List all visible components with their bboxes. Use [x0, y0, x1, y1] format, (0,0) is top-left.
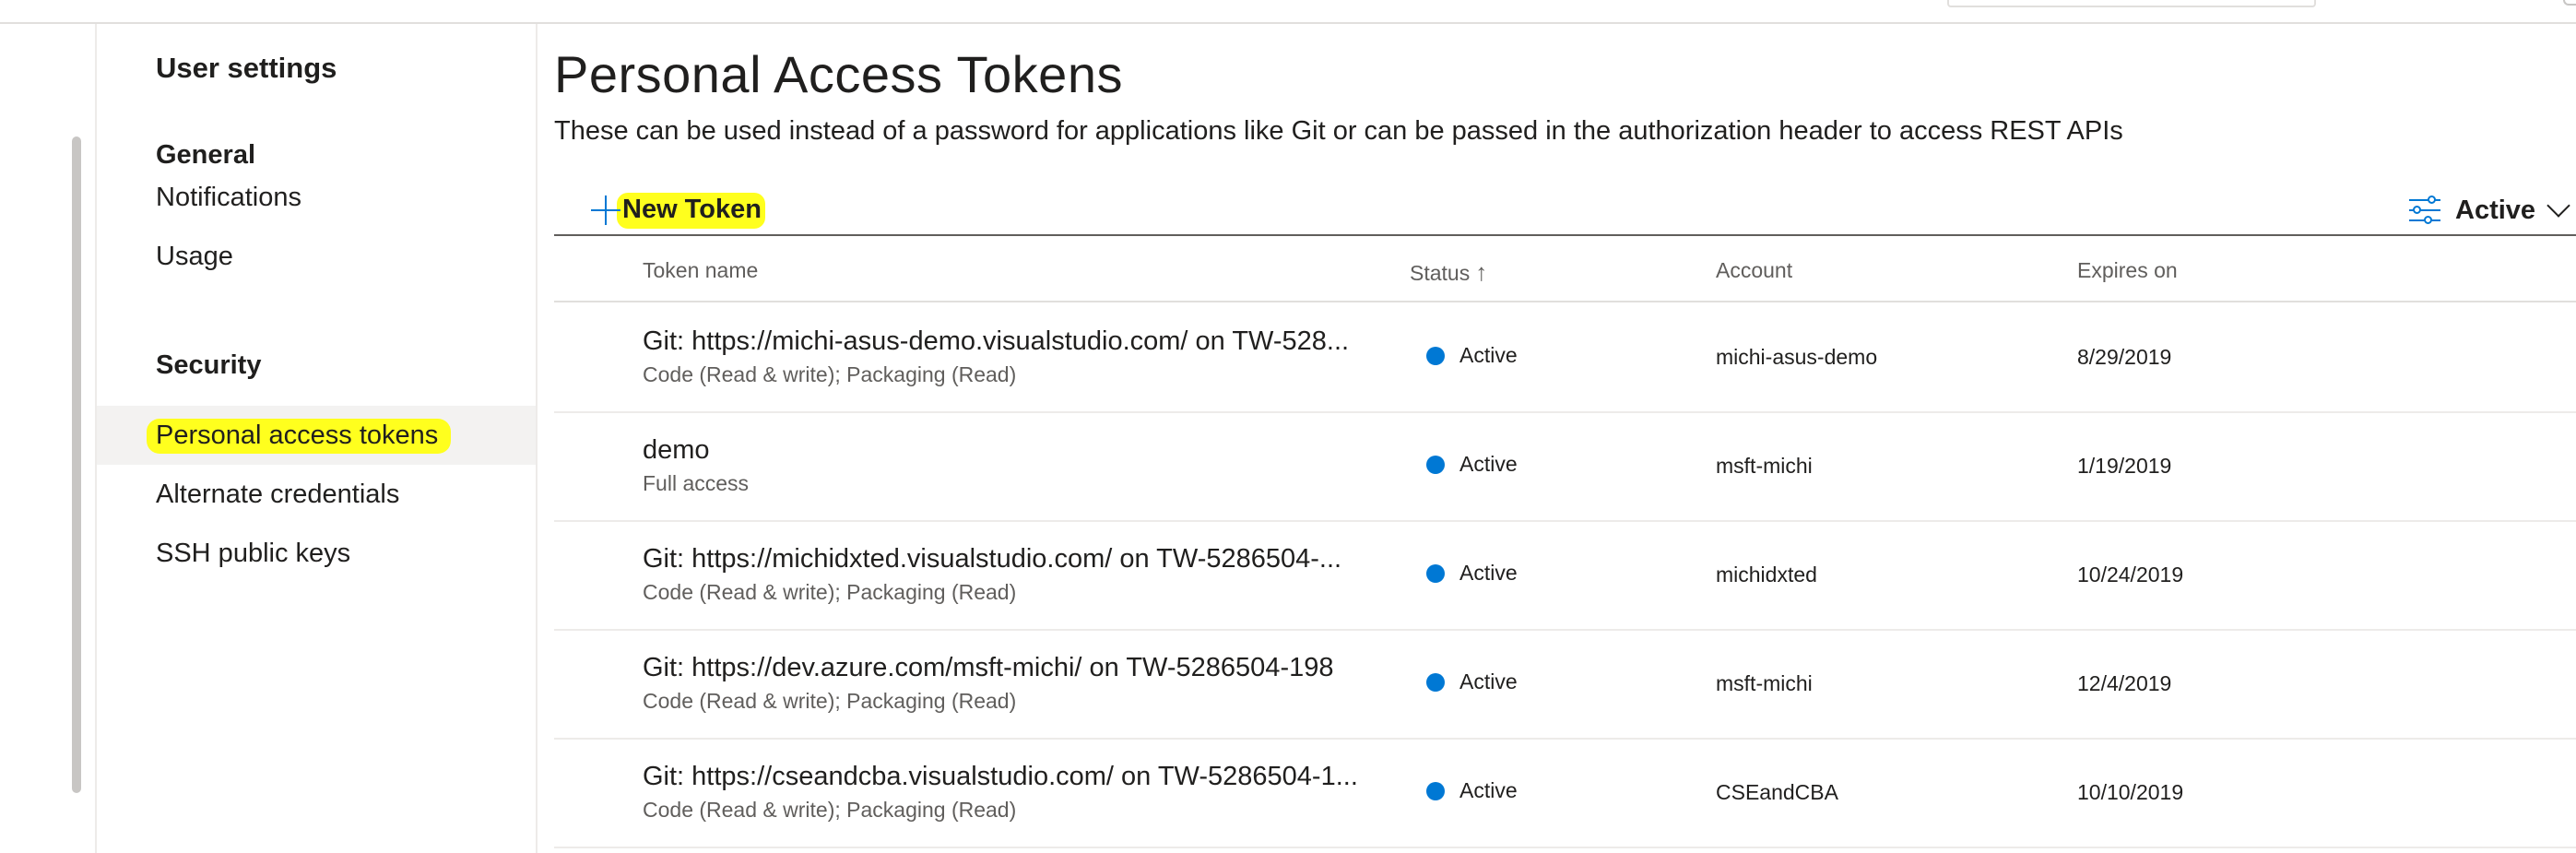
chevron-down-icon [2546, 194, 2570, 218]
token-scope: Code (Read & write); Packaging (Read) [643, 798, 1017, 822]
sidebar-item-label: Personal access tokens [147, 419, 452, 454]
sidebar-item-usage[interactable]: Usage [97, 227, 536, 286]
token-account: michi-asus-demo [1716, 345, 1878, 369]
token-name: Git: https://michi-asus-demo.visualstudi… [643, 326, 1350, 356]
top-header-bar [0, 0, 2576, 24]
new-token-label: New Token [617, 192, 765, 229]
sidebar-item-label: Notifications [156, 183, 301, 212]
search-box[interactable] [1947, 0, 2316, 7]
token-name-cell: Git: https://michidxted.visualstudio.com… [643, 544, 1380, 605]
token-status: Active [1426, 778, 1518, 803]
token-name-cell: Git: https://dev.azure.com/msft-michi/ o… [643, 653, 1380, 714]
token-account: msft-michi [1716, 671, 1813, 695]
sort-ascending-icon: ↑ [1475, 258, 1488, 286]
sidebar-section-general: General [156, 140, 255, 170]
status-text: Active [1459, 778, 1518, 802]
column-header-token-name[interactable]: Token name [643, 258, 758, 283]
token-account: msft-michi [1716, 454, 1813, 478]
token-status: Active [1426, 452, 1518, 477]
table-row[interactable]: demo Full access Active msft-michi 1/19/… [554, 413, 2576, 522]
tokens-page: Personal Access Tokens These can be used… [554, 24, 2576, 853]
table-header: Token name Status ↑ Account Expires on [554, 238, 2576, 302]
token-scope: Code (Read & write); Packaging (Read) [643, 689, 1017, 713]
status-text: Active [1459, 343, 1518, 367]
token-name: Git: https://michidxted.visualstudio.com… [643, 544, 1342, 574]
table-row[interactable]: Git: https://michidxted.visualstudio.com… [554, 522, 2576, 631]
filter-icon [2409, 195, 2440, 225]
status-dot-icon [1426, 672, 1445, 692]
status-dot-icon [1426, 781, 1445, 800]
page-description: These can be used instead of a password … [554, 116, 2123, 146]
sidebar-item-label: Alternate credentials [156, 480, 400, 509]
left-scrollbar[interactable] [72, 136, 81, 793]
token-name-cell: Git: https://cseandcba.visualstudio.com/… [643, 762, 1380, 823]
token-status: Active [1426, 343, 1518, 368]
token-name-cell: demo Full access [643, 435, 1380, 496]
status-dot-icon [1426, 563, 1445, 583]
table-row[interactable]: Git: https://cseandcba.visualstudio.com/… [554, 740, 2576, 848]
sidebar-item-label: Usage [156, 242, 233, 271]
plus-icon [591, 195, 620, 225]
status-dot-icon [1426, 346, 1445, 365]
sidebar-item-personal-access-tokens[interactable]: Personal access tokens [97, 406, 536, 465]
column-header-expires[interactable]: Expires on [2077, 258, 2178, 283]
filter-label: Active [2455, 195, 2536, 225]
token-scope: Code (Read & write); Packaging (Read) [643, 362, 1017, 386]
token-name: Git: https://dev.azure.com/msft-michi/ o… [643, 653, 1334, 682]
sidebar-title: User settings [156, 52, 337, 84]
token-name-cell: Git: https://michi-asus-demo.visualstudi… [643, 326, 1380, 387]
token-account: michidxted [1716, 563, 1817, 586]
status-text: Active [1459, 669, 1518, 693]
sidebar-section-security: Security [156, 350, 262, 380]
header-corner [2563, 0, 2576, 6]
settings-sidebar: User settings General Notifications Usag… [97, 24, 538, 853]
token-status: Active [1426, 561, 1518, 586]
column-header-account[interactable]: Account [1716, 258, 1792, 283]
column-header-status-label: Status [1410, 261, 1471, 285]
sidebar-item-alternate-credentials[interactable]: Alternate credentials [97, 465, 536, 524]
token-expires: 8/29/2019 [2077, 345, 2172, 369]
table-row[interactable]: Git: https://michi-asus-demo.visualstudi… [554, 304, 2576, 413]
token-expires: 10/10/2019 [2077, 780, 2184, 804]
sidebar-item-label: SSH public keys [156, 539, 351, 568]
token-expires: 10/24/2019 [2077, 563, 2184, 586]
tokens-toolbar: New Token Active [554, 181, 2576, 236]
new-token-button[interactable]: New Token [591, 190, 765, 231]
token-name: Git: https://cseandcba.visualstudio.com/… [643, 762, 1358, 791]
status-dot-icon [1426, 455, 1445, 474]
token-account: CSEandCBA [1716, 780, 1838, 804]
token-expires: 1/19/2019 [2077, 454, 2172, 478]
token-scope: Full access [643, 471, 750, 495]
sidebar-item-ssh-public-keys[interactable]: SSH public keys [97, 524, 536, 583]
token-scope: Code (Read & write); Packaging (Read) [643, 580, 1017, 604]
status-filter-dropdown[interactable]: Active [2409, 192, 2570, 229]
page-title: Personal Access Tokens [554, 45, 1123, 103]
status-text: Active [1459, 452, 1518, 476]
column-header-status[interactable]: Status ↑ [1410, 258, 1487, 287]
token-status: Active [1426, 669, 1518, 694]
token-expires: 12/4/2019 [2077, 671, 2172, 695]
status-text: Active [1459, 561, 1518, 585]
sidebar-item-notifications[interactable]: Notifications [97, 168, 536, 227]
table-row[interactable]: Git: https://dev.azure.com/msft-michi/ o… [554, 631, 2576, 740]
token-name: demo [643, 435, 710, 465]
